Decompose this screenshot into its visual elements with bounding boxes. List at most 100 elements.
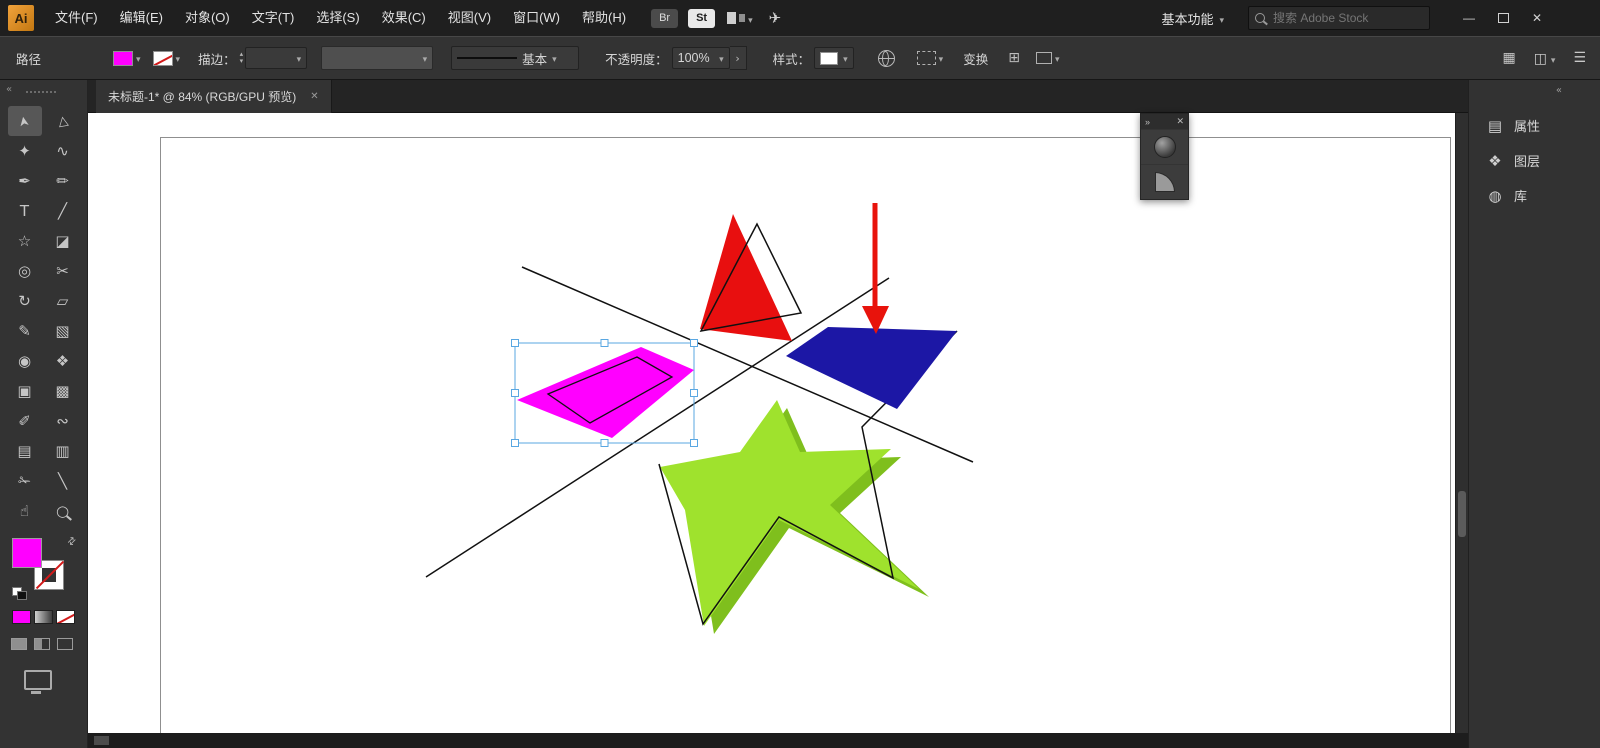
hand-tool[interactable]: ☝	[8, 496, 42, 526]
selection-handle[interactable]	[691, 340, 698, 347]
scale-tool[interactable]: ▱	[46, 286, 80, 316]
screen-mode-icon[interactable]	[24, 670, 52, 690]
star-tool[interactable]: ☆	[8, 226, 42, 256]
restore-button[interactable]	[1486, 0, 1520, 36]
menu-edit[interactable]: 编辑(E)	[109, 0, 174, 36]
menu-help[interactable]: 帮助(H)	[571, 0, 637, 36]
symbol-sprayer-tool[interactable]: ❖	[46, 346, 80, 376]
selection-tool[interactable]: ➤	[8, 106, 42, 136]
vertical-scrollbar[interactable]	[1455, 113, 1468, 733]
selection-handle[interactable]	[601, 440, 608, 447]
blend-tool[interactable]: ∾	[46, 406, 80, 436]
opacity-panel-button[interactable]: ›	[730, 46, 747, 70]
horizontal-scrollbar[interactable]	[88, 733, 1600, 748]
panel-item-layers[interactable]: ❖图层	[1469, 143, 1600, 178]
eyedropper-tool[interactable]: ✐	[8, 406, 42, 436]
graph-tool[interactable]: ▤	[8, 436, 42, 466]
default-fill-stroke-icon[interactable]	[12, 587, 28, 600]
selection-handle[interactable]	[512, 390, 519, 397]
selection-handle[interactable]	[691, 390, 698, 397]
floating-panel-item[interactable]	[1141, 164, 1188, 199]
opacity-combo[interactable]: 100%	[672, 47, 730, 69]
stroke-color-control[interactable]	[153, 51, 181, 66]
search-input[interactable]	[1271, 10, 1405, 26]
magic-wand-tool[interactable]: ✦	[8, 136, 42, 166]
color-button[interactable]	[12, 610, 31, 624]
variable-width-combo[interactable]	[321, 46, 433, 70]
panel-toggle-control[interactable]: ◫	[1534, 50, 1556, 67]
share-icon[interactable]: ✈	[769, 9, 782, 27]
gradient-tool[interactable]: ▩	[46, 376, 80, 406]
isolate-control[interactable]	[1036, 51, 1060, 65]
zoom-tool[interactable]: ○	[46, 496, 80, 526]
menu-effect[interactable]: 效果(C)	[371, 0, 437, 36]
floating-panel-item[interactable]	[1141, 129, 1188, 164]
document-setup-globe-icon[interactable]	[878, 50, 895, 67]
minimize-button[interactable]: —	[1452, 0, 1486, 36]
draw-normal-icon[interactable]	[11, 638, 27, 650]
curvature-tool[interactable]: ✏	[46, 166, 80, 196]
direct-selection-tool[interactable]: ▷	[46, 106, 80, 136]
type-tool[interactable]: T	[8, 196, 42, 226]
collapse-tools-icon[interactable]: «	[6, 84, 12, 95]
align-control[interactable]	[917, 51, 944, 65]
bridge-icon[interactable]: Br	[651, 9, 678, 28]
pen-tool[interactable]: ✒	[8, 166, 42, 196]
grid-view-icon[interactable]: ▦	[1503, 50, 1516, 66]
free-transform-tool[interactable]: ▧	[46, 316, 80, 346]
selection-handle[interactable]	[691, 440, 698, 447]
stroke-weight-combo[interactable]	[245, 47, 307, 69]
menu-object[interactable]: 对象(O)	[174, 0, 241, 36]
shape-builder-tool[interactable]: ◎	[8, 256, 42, 286]
gradient-button[interactable]	[34, 610, 53, 624]
brush-definition-combo[interactable]: 基本	[451, 46, 579, 70]
lasso-tool[interactable]: ∿	[46, 136, 80, 166]
menu-select[interactable]: 选择(S)	[305, 0, 370, 36]
selection-handle[interactable]	[512, 440, 519, 447]
paintbrush-tool[interactable]: ✎	[8, 316, 42, 346]
blob-brush-tool[interactable]: ◉	[8, 346, 42, 376]
fill-indicator[interactable]	[12, 538, 42, 568]
menu-view[interactable]: 视图(V)	[437, 0, 502, 36]
line-segment-tool[interactable]: ╱	[46, 196, 80, 226]
selection-handle[interactable]	[601, 340, 608, 347]
properties-label: 属性	[1514, 116, 1540, 135]
stroke-preview-icon	[457, 57, 517, 59]
horizontal-scrollbar-thumb[interactable]	[94, 736, 109, 745]
stroke-weight-stepper[interactable]: ▴▾	[240, 51, 244, 65]
stock-icon[interactable]: St	[688, 9, 715, 28]
draw-behind-icon[interactable]	[34, 638, 50, 650]
control-bar-menu-icon[interactable]: ☰	[1573, 50, 1586, 66]
selection-handle[interactable]	[512, 340, 519, 347]
panel-item-properties[interactable]: ▤属性	[1469, 108, 1600, 143]
arrange-documents-button[interactable]	[727, 11, 753, 26]
panel-collapse-icon[interactable]: »	[1145, 117, 1150, 127]
transform-label[interactable]: 变换	[963, 49, 988, 68]
close-tab-icon[interactable]: ✕	[310, 91, 318, 102]
slice-tool[interactable]: ✁	[8, 466, 42, 496]
panel-item-libraries[interactable]: ◍库	[1469, 178, 1600, 213]
menu-window[interactable]: 窗口(W)	[502, 0, 571, 36]
artboard-tool[interactable]: ▣	[8, 376, 42, 406]
knife-tool[interactable]: ╲	[46, 466, 80, 496]
column-graph-tool[interactable]: ▥	[46, 436, 80, 466]
eraser-tool[interactable]: ◪	[46, 226, 80, 256]
swap-fill-stroke-icon[interactable]: ⇄	[65, 535, 79, 549]
panel-close-icon[interactable]: ✕	[1176, 116, 1184, 127]
transform-reference-icon[interactable]: ⊞	[1008, 50, 1020, 66]
fill-color-control[interactable]	[113, 51, 141, 66]
draw-inside-icon[interactable]	[57, 638, 73, 650]
vertical-scrollbar-thumb[interactable]	[1458, 491, 1466, 537]
menu-file[interactable]: 文件(F)	[44, 0, 109, 36]
workspace-switcher[interactable]: 基本功能	[1161, 9, 1224, 28]
canvas-area[interactable]: » ✕	[88, 113, 1468, 733]
expand-panels-icon[interactable]: «	[1556, 85, 1562, 96]
none-button[interactable]	[56, 610, 75, 624]
document-tab[interactable]: 未标题-1* @ 84% (RGB/GPU 预览) ✕	[96, 80, 332, 113]
rotate-tool[interactable]: ↻	[8, 286, 42, 316]
menu-type[interactable]: 文字(T)	[241, 0, 306, 36]
scissors-tool[interactable]: ✂	[46, 256, 80, 286]
close-button[interactable]: ✕	[1520, 0, 1554, 36]
panel-drag-handle[interactable]	[26, 91, 56, 93]
style-combo[interactable]	[814, 47, 854, 69]
